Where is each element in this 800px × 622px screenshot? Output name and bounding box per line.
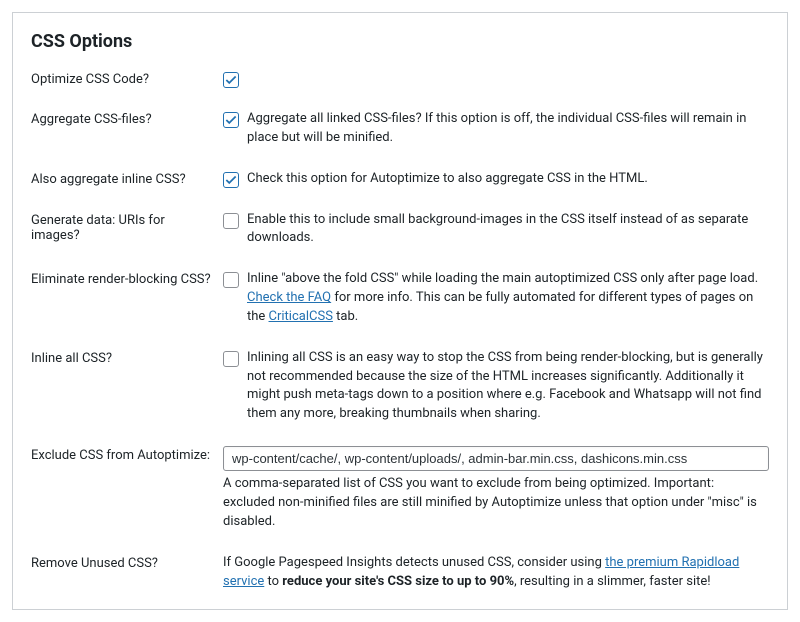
desc-inline-all: Inlining all CSS is an easy way to stop … <box>247 349 769 424</box>
label-also-inline: Also aggregate inline CSS? <box>31 170 223 187</box>
desc-text: Inline "above the fold CSS" while loadin… <box>247 271 758 286</box>
checkbox-render-blocking[interactable] <box>223 272 239 288</box>
css-options-panel: CSS Options Optimize CSS Code? Aggregate… <box>12 12 788 610</box>
checkbox-data-uris[interactable] <box>223 213 239 229</box>
desc-text: If Google Pagespeed Insights detects unu… <box>223 555 605 570</box>
row-exclude: Exclude CSS from Autoptimize: A comma-se… <box>31 446 769 532</box>
label-data-uris: Generate data: URIs for images? <box>31 211 223 243</box>
desc-text: , resulting in a slimmer, faster site! <box>514 574 711 589</box>
label-inline-all: Inline all CSS? <box>31 349 223 366</box>
row-optimize: Optimize CSS Code? <box>31 70 769 88</box>
row-aggregate: Aggregate CSS-files? Aggregate all linke… <box>31 110 769 148</box>
desc-render-blocking: Inline "above the fold CSS" while loadin… <box>247 270 769 327</box>
row-data-uris: Generate data: URIs for images? Enable t… <box>31 211 769 249</box>
input-exclude-css[interactable] <box>223 446 769 471</box>
label-remove-unused: Remove Unused CSS? <box>31 554 223 571</box>
checkbox-aggregate[interactable] <box>223 112 239 128</box>
checkbox-also-inline[interactable] <box>223 172 239 188</box>
desc-also-inline: Check this option for Autoptimize to als… <box>247 170 648 189</box>
check-icon <box>224 113 238 127</box>
label-optimize: Optimize CSS Code? <box>31 70 223 87</box>
label-render-blocking: Eliminate render-blocking CSS? <box>31 270 223 287</box>
check-icon <box>224 73 238 87</box>
checkbox-inline-all[interactable] <box>223 351 239 367</box>
desc-text: tab. <box>333 309 358 324</box>
desc-data-uris: Enable this to include small background-… <box>247 211 769 249</box>
desc-text: to <box>264 574 282 589</box>
help-exclude: A comma-separated list of CSS you want t… <box>223 475 769 532</box>
link-criticalcss[interactable]: CriticalCSS <box>269 309 333 324</box>
panel-title: CSS Options <box>31 31 769 52</box>
desc-bold: reduce your site's CSS size to up to 90% <box>282 574 514 589</box>
label-exclude: Exclude CSS from Autoptimize: <box>31 446 223 463</box>
check-icon <box>224 173 238 187</box>
desc-remove-unused: If Google Pagespeed Insights detects unu… <box>223 554 769 592</box>
checkbox-optimize[interactable] <box>223 72 239 88</box>
row-render-blocking: Eliminate render-blocking CSS? Inline "a… <box>31 270 769 327</box>
label-aggregate: Aggregate CSS-files? <box>31 110 223 127</box>
desc-aggregate: Aggregate all linked CSS-files? If this … <box>247 110 769 148</box>
row-also-inline: Also aggregate inline CSS? Check this op… <box>31 170 769 189</box>
link-check-faq[interactable]: Check the FAQ <box>247 290 331 305</box>
row-remove-unused: Remove Unused CSS? If Google Pagespeed I… <box>31 554 769 592</box>
row-inline-all: Inline all CSS? Inlining all CSS is an e… <box>31 349 769 424</box>
